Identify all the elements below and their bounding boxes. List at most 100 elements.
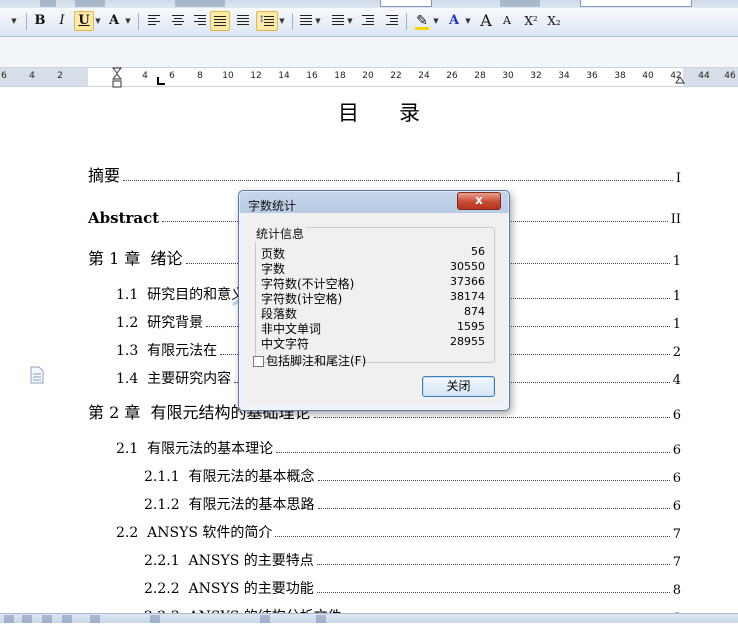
toc-entry[interactable]: 2.2.2 ANSYS 的主要功能 8 bbox=[144, 576, 681, 598]
horizontal-ruler[interactable]: 6 4 2 4 6 8 10 12 14 16 18 20 22 24 26 2… bbox=[0, 67, 738, 87]
ruler-label: 16 bbox=[306, 71, 318, 81]
line-spacing-dropdown-icon[interactable]: ▼ bbox=[278, 11, 286, 31]
include-footnotes-option[interactable]: 包括脚注和尾注(F) bbox=[253, 352, 366, 369]
distributed-icon[interactable] bbox=[237, 15, 249, 25]
highlight-dropdown-icon[interactable]: ▼ bbox=[432, 11, 440, 31]
toc-page-number: 7 bbox=[672, 555, 681, 570]
stat-value: 874 bbox=[464, 305, 485, 318]
increase-indent-icon[interactable] bbox=[386, 15, 398, 25]
toc-label: Abstract bbox=[88, 209, 160, 227]
statistics-group-title: 统计信息 bbox=[254, 225, 307, 242]
ruler-label: 32 bbox=[530, 71, 542, 81]
search-box[interactable] bbox=[580, 0, 692, 7]
char-scale-dropdown-icon[interactable]: ▼ bbox=[124, 11, 132, 31]
include-footnotes-checkbox[interactable] bbox=[253, 356, 264, 367]
justify-button[interactable] bbox=[210, 11, 230, 31]
subscript-button[interactable]: X₂ bbox=[542, 11, 566, 31]
underline-button[interactable]: U bbox=[74, 11, 94, 31]
decrease-indent-icon[interactable] bbox=[362, 15, 374, 25]
toc-entry[interactable]: 2.2.1 ANSYS 的主要特点 7 bbox=[144, 548, 681, 570]
align-center-icon[interactable] bbox=[172, 15, 184, 25]
title-char: 目 bbox=[338, 101, 359, 125]
stat-value: 38174 bbox=[450, 290, 485, 303]
toc-leader-dots bbox=[275, 536, 670, 537]
toc-page-number: I bbox=[675, 171, 681, 186]
title-char: 录 bbox=[399, 101, 420, 125]
font-color-dropdown-icon[interactable]: ▼ bbox=[464, 11, 472, 31]
font-color-button[interactable]: A bbox=[444, 11, 464, 31]
stat-row: 字数 30550 bbox=[261, 260, 485, 276]
stat-row: 中文字符 28955 bbox=[261, 335, 485, 351]
toc-leader-dots bbox=[316, 592, 670, 593]
indent-marker-icon[interactable] bbox=[112, 67, 122, 89]
close-button[interactable]: x bbox=[457, 192, 501, 210]
ruler-area: 6 4 2 4 6 8 10 12 14 16 18 20 22 24 26 2… bbox=[0, 37, 738, 89]
ruler-label: 44 bbox=[698, 71, 710, 81]
toolbar-icon[interactable] bbox=[500, 0, 540, 7]
toc-page-number: II bbox=[670, 212, 681, 227]
dialog-title: 字数统计 bbox=[248, 199, 297, 213]
toc-label: 2.2 ANSYS 软件的简介 bbox=[116, 525, 273, 541]
italic-button[interactable]: I bbox=[52, 11, 72, 31]
toc-label: 2.2.1 ANSYS 的主要特点 bbox=[144, 553, 314, 569]
close-dialog-button[interactable]: 关闭 bbox=[422, 376, 495, 397]
ruler-label: 36 bbox=[586, 71, 598, 81]
ruler-label: 30 bbox=[502, 71, 514, 81]
ruler-label: 6 bbox=[169, 71, 175, 81]
align-left-icon[interactable] bbox=[148, 15, 160, 25]
toc-leader-dots bbox=[317, 480, 670, 481]
toc-leader-dots bbox=[276, 452, 670, 453]
toc-label: 2.1 有限元法的基本理论 bbox=[116, 441, 274, 457]
toolbar-icon[interactable] bbox=[75, 0, 105, 7]
document-icon bbox=[30, 366, 44, 384]
page-title: 目录 bbox=[338, 97, 460, 127]
numbering-dropdown-icon[interactable]: ▼ bbox=[314, 11, 322, 31]
include-footnotes-label: 包括脚注和尾注(F) bbox=[266, 354, 367, 368]
stat-value: 37366 bbox=[450, 275, 485, 288]
ruler-label: 40 bbox=[642, 71, 654, 81]
tab-stop-icon[interactable] bbox=[157, 77, 165, 85]
ruler-label: 8 bbox=[197, 71, 203, 81]
font-size-dropdown-icon[interactable]: ▼ bbox=[10, 11, 18, 31]
char-scale-button[interactable]: A bbox=[104, 11, 124, 31]
align-right-icon[interactable] bbox=[194, 15, 206, 25]
right-indent-marker-icon[interactable] bbox=[675, 76, 685, 86]
stat-row: 页数 56 bbox=[261, 245, 485, 261]
shrink-font-button[interactable]: A bbox=[497, 11, 517, 31]
toolbar-separator bbox=[138, 13, 139, 30]
toc-label: 1.1 研究目的和意义 bbox=[116, 287, 246, 303]
toc-page-number: 6 bbox=[672, 471, 681, 486]
stat-value: 56 bbox=[471, 245, 485, 258]
zoom-box[interactable] bbox=[380, 0, 432, 7]
highlight-icon[interactable]: ✎ bbox=[412, 11, 432, 31]
toc-entry[interactable]: 2.1 有限元法的基本理论 6 bbox=[116, 436, 681, 458]
toolbar-icon[interactable] bbox=[175, 0, 225, 7]
bullets-dropdown-icon[interactable]: ▼ bbox=[346, 11, 354, 31]
toc-entry[interactable]: 2.1.1 有限元法的基本概念 6 bbox=[144, 464, 681, 486]
dialog-body: 统计信息 页数 56 字数 30550 字符数(不计空格) 37366 字符数(… bbox=[245, 213, 503, 404]
toc-page-number: 8 bbox=[672, 583, 681, 598]
toc-label: 2.1.1 有限元法的基本概念 bbox=[144, 469, 315, 485]
toolbar-icon[interactable] bbox=[40, 0, 56, 7]
line-spacing-button[interactable]: ↕ bbox=[256, 11, 278, 31]
bullets-icon[interactable] bbox=[332, 15, 344, 25]
toc-entry[interactable]: 2.1.2 有限元法的基本思路 6 bbox=[144, 492, 681, 514]
superscript-button[interactable]: X² bbox=[519, 11, 543, 31]
underline-dropdown-icon[interactable]: ▼ bbox=[94, 11, 102, 31]
toc-page-number: 7 bbox=[672, 527, 681, 542]
ruler-label: 18 bbox=[334, 71, 346, 81]
ruler-label: 46 bbox=[724, 71, 736, 81]
ruler-label: 20 bbox=[362, 71, 374, 81]
toc-label: 1.2 研究背景 bbox=[116, 315, 204, 331]
ruler-label: 10 bbox=[222, 71, 234, 81]
toc-entry[interactable]: 2.2 ANSYS 软件的简介 7 bbox=[116, 520, 681, 542]
toc-label: 1.3 有限元法在 bbox=[116, 343, 218, 359]
numbering-icon[interactable] bbox=[300, 15, 312, 25]
toc-leader-dots bbox=[317, 508, 670, 509]
stat-row: 非中文单词 1595 bbox=[261, 320, 485, 336]
bold-button[interactable]: B bbox=[30, 11, 50, 31]
grow-font-button[interactable]: A bbox=[476, 11, 496, 31]
stat-row: 段落数 874 bbox=[261, 305, 485, 321]
ruler-label: 24 bbox=[418, 71, 430, 81]
toc-entry[interactable]: 摘要 I bbox=[88, 164, 681, 186]
